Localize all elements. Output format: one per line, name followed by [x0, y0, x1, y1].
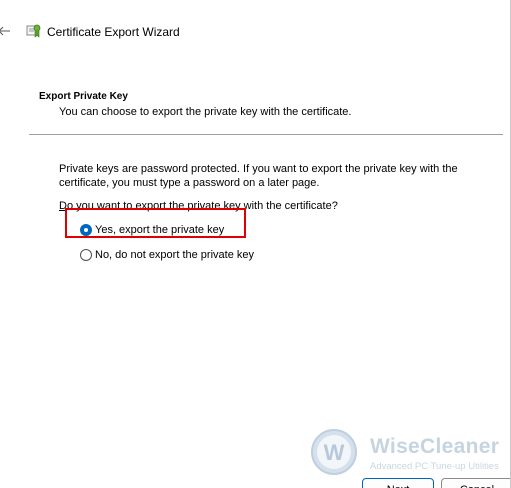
- wizard-titlebar: Certificate Export Wizard: [0, 0, 510, 60]
- certificate-icon: [26, 23, 42, 39]
- svg-text:W: W: [324, 440, 345, 465]
- watermark-tagline: Advanced PC Tune-up Utilities: [370, 461, 499, 472]
- radio-unchecked-icon[interactable]: [80, 249, 92, 261]
- page-title: Export Private Key: [39, 91, 128, 102]
- wisecleaner-logo-icon: W: [310, 428, 358, 476]
- cancel-button[interactable]: Cancel: [441, 478, 510, 488]
- wisecleaner-watermark: W WiseCleaner Advanced PC Tune-up Utilit…: [310, 428, 510, 478]
- certificate-export-wizard-window: Certificate Export Wizard Export Private…: [0, 0, 511, 488]
- radio-no-export[interactable]: No, do not export the private key: [80, 247, 254, 263]
- back-arrow-icon[interactable]: [0, 23, 12, 39]
- info-text: Private keys are password protected. If …: [59, 163, 458, 189]
- highlight-annotation: [65, 208, 246, 238]
- wizard-title: Certificate Export Wizard: [47, 25, 180, 39]
- radio-no-label: No, do not export the private key: [95, 249, 254, 261]
- watermark-name: WiseCleaner: [370, 435, 500, 458]
- header-divider: [29, 134, 503, 135]
- next-button[interactable]: Next: [362, 478, 434, 488]
- page-description: You can choose to export the private key…: [59, 106, 352, 118]
